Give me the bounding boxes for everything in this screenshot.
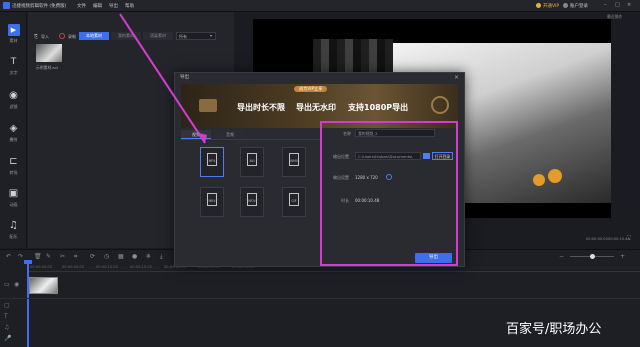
watermark: 百家号/职场办公 [506, 322, 602, 337]
annotation-arrow [119, 13, 207, 144]
